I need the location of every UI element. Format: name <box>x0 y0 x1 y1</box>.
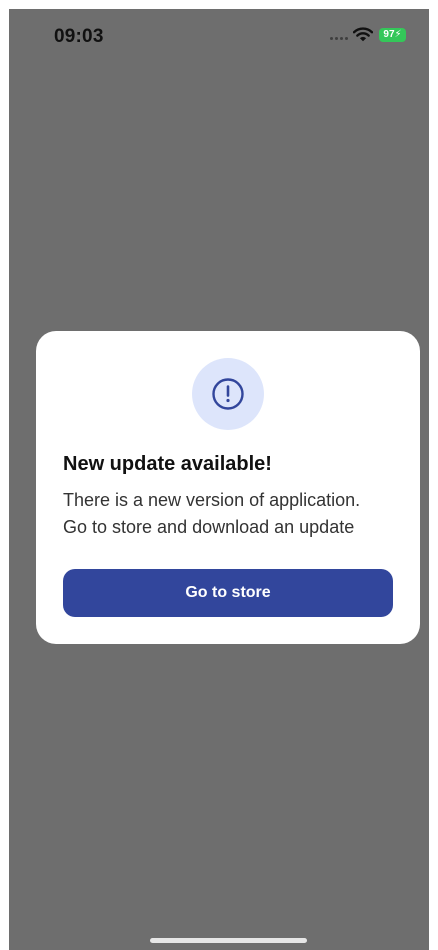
app-screen: 09:03 97⚡ New update available! There is… <box>9 9 429 950</box>
status-bar: 09:03 97⚡ <box>9 9 429 65</box>
update-dialog: New update available! There is a new ver… <box>36 331 420 644</box>
cellular-signal-icon <box>330 37 348 40</box>
dialog-message: There is a new version of application. G… <box>63 487 403 541</box>
battery-icon: 97⚡ <box>379 28 406 42</box>
alert-badge <box>192 358 264 430</box>
go-to-store-button[interactable]: Go to store <box>63 569 393 617</box>
dialog-title: New update available! <box>63 453 272 475</box>
dialog-message-line: Go to store and download an update <box>63 517 355 537</box>
wifi-icon <box>353 27 373 42</box>
home-indicator[interactable] <box>150 938 307 943</box>
exclamation-circle-icon <box>212 378 244 410</box>
battery-level: 97 <box>383 29 395 40</box>
dialog-message-line: There is a new version of application. <box>63 490 361 510</box>
charging-bolt-icon: ⚡ <box>394 29 402 40</box>
status-time: 09:03 <box>54 26 104 47</box>
